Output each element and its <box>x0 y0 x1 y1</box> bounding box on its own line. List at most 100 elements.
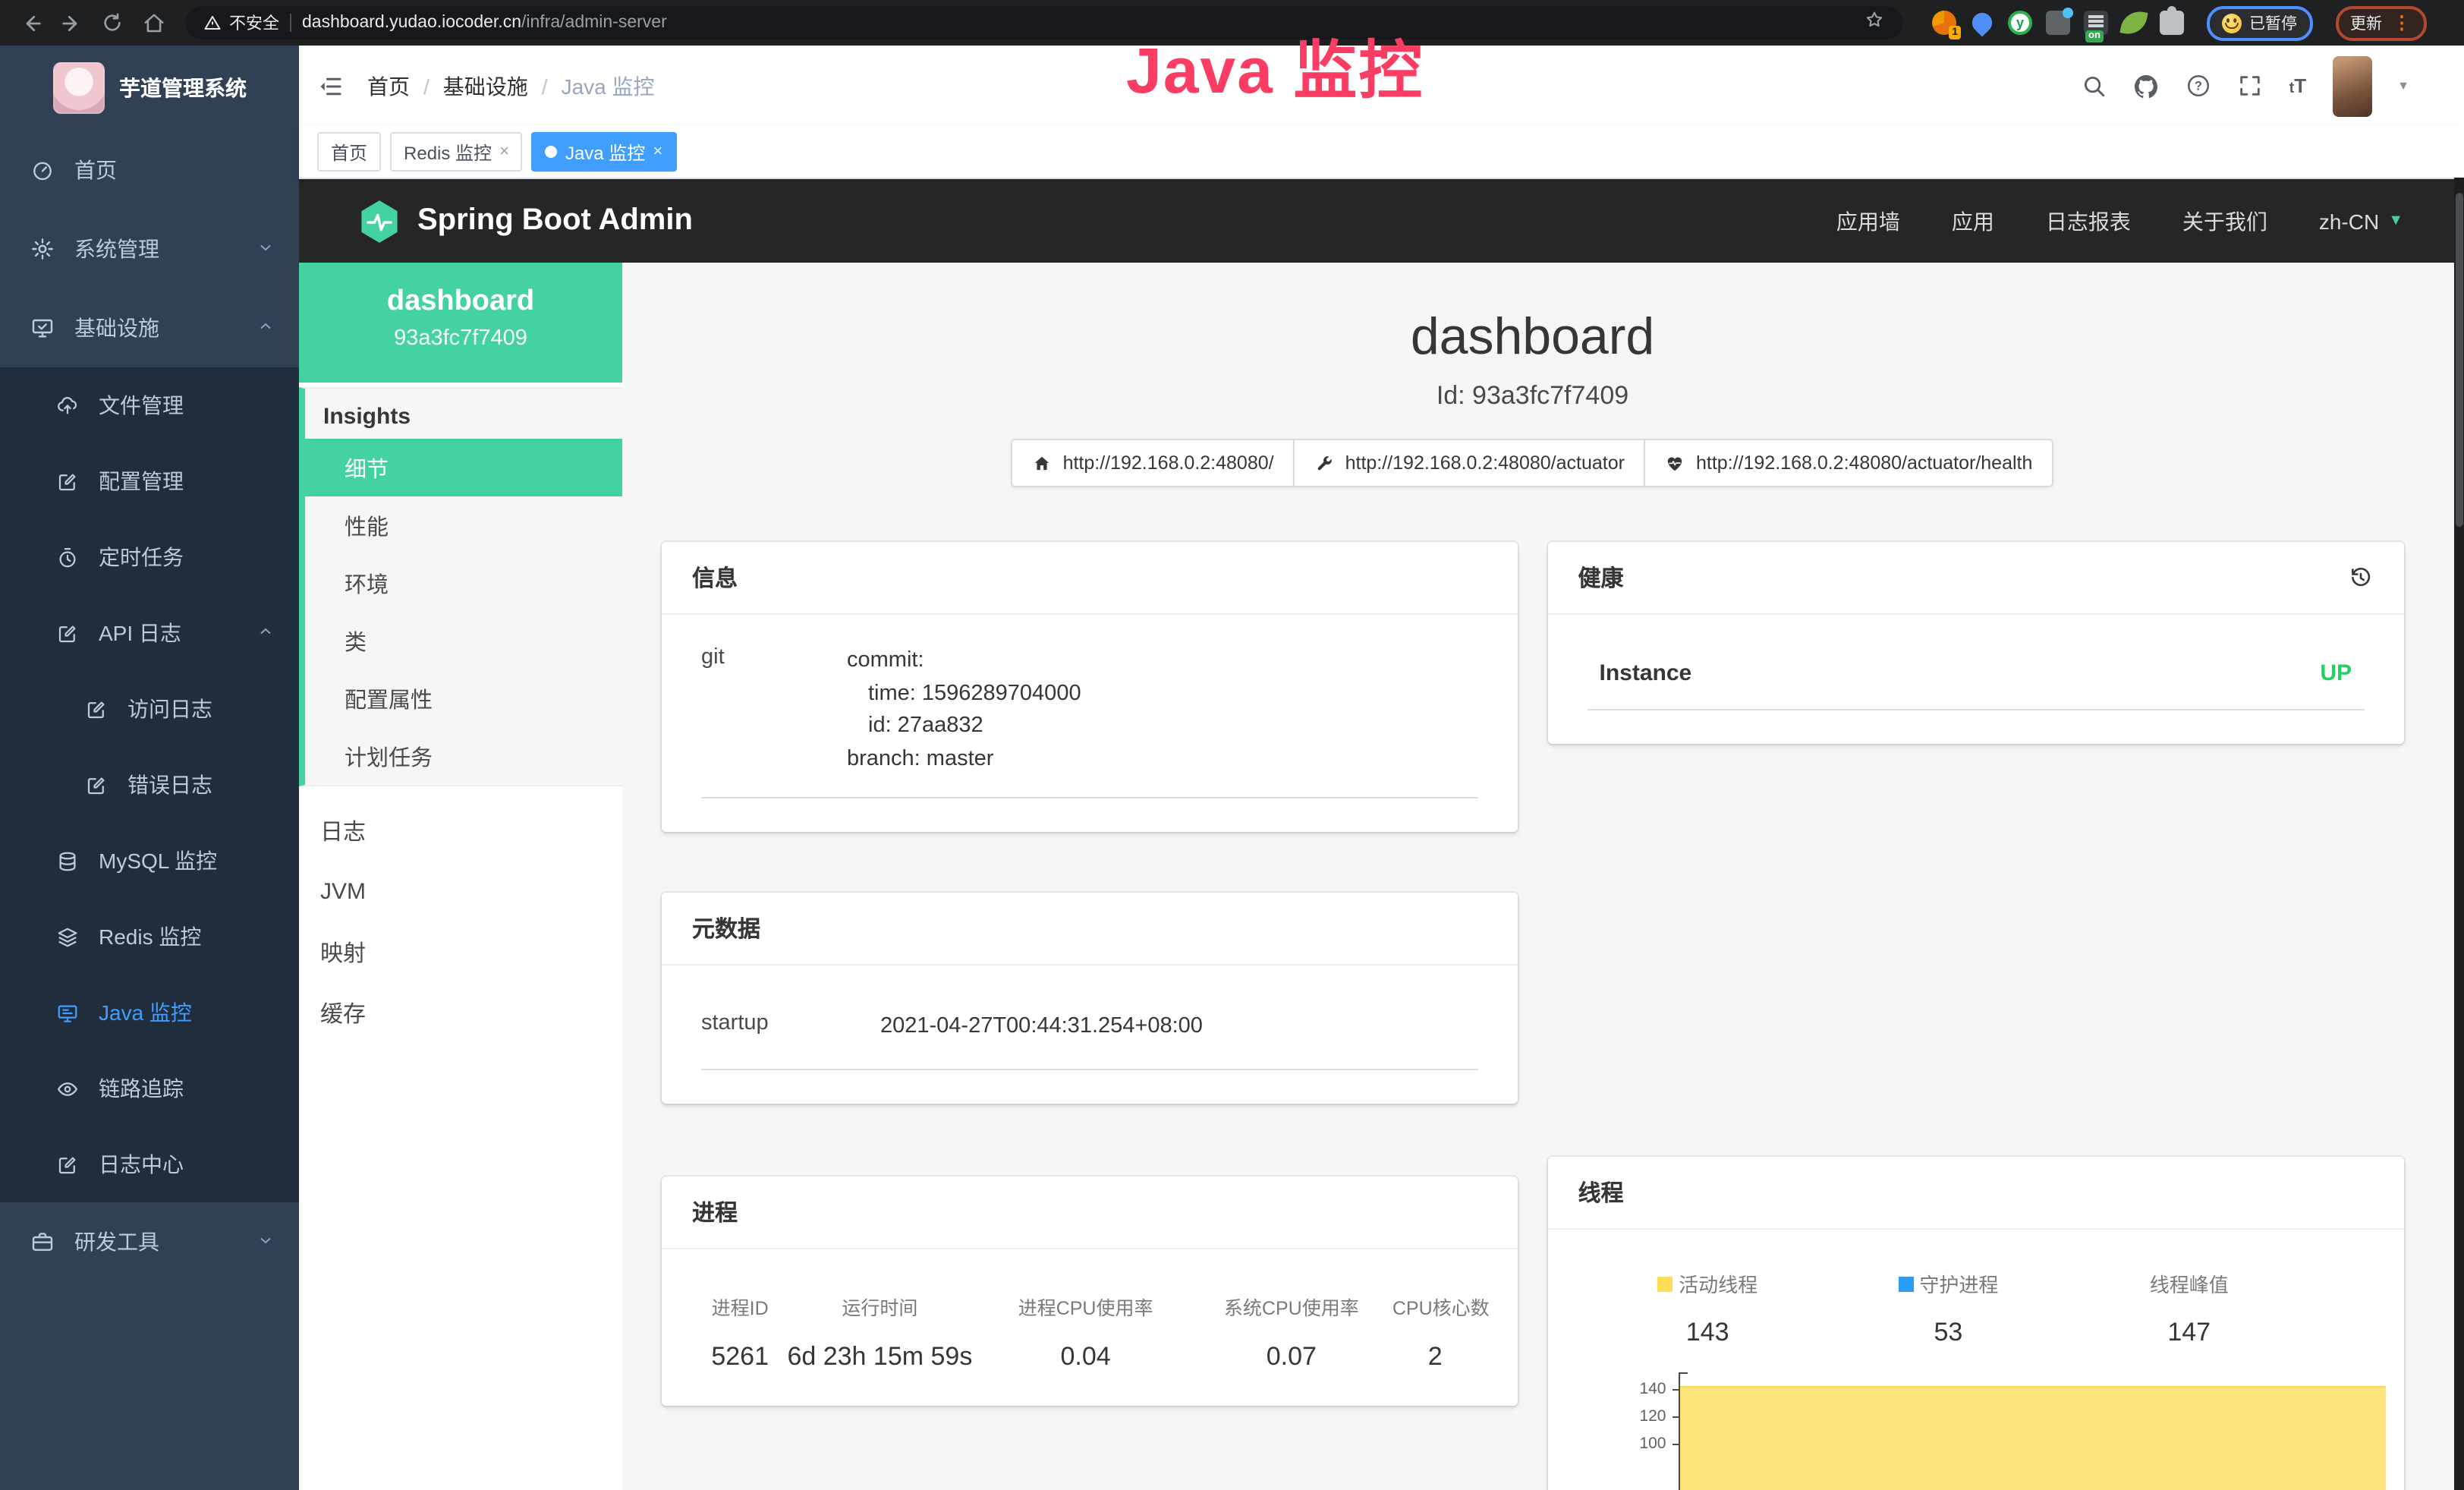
service-url-button[interactable]: http://192.168.0.2:48080/ <box>1012 439 1295 487</box>
puzzle-extensions-icon[interactable] <box>2160 11 2184 35</box>
fullscreen-icon[interactable] <box>2238 73 2264 99</box>
doc-edit-icon <box>85 773 108 796</box>
language-select[interactable]: zh-CN ▼ <box>2319 209 2403 233</box>
sba-menu-mappings[interactable]: 映射 <box>299 921 622 982</box>
forward-icon[interactable] <box>56 8 87 38</box>
history-icon[interactable] <box>2347 565 2373 591</box>
main-sidebar: 芋道管理系统 首页 系统管理 基础设施 <box>0 46 299 1490</box>
warning-icon <box>203 14 222 32</box>
startup-row: startup 2021-04-27T00:44:31.254+08:00 <box>701 996 1478 1069</box>
sba-menu-caches[interactable]: 缓存 <box>299 982 622 1043</box>
legend-blue-icon <box>1898 1276 1913 1291</box>
user-caret-icon[interactable]: ▼ <box>2397 79 2409 93</box>
y-extension-icon[interactable]: y <box>2008 11 2032 35</box>
wrench-icon <box>1315 453 1335 473</box>
sidebar-item-access-log[interactable]: 访问日志 <box>0 671 299 747</box>
y-tick-label: 100 <box>1588 1436 1666 1451</box>
github-icon[interactable] <box>2133 72 2160 99</box>
close-icon[interactable]: × <box>499 143 509 161</box>
sidebar-item-infra[interactable]: 基础设施 <box>0 288 299 367</box>
logo-avatar <box>52 62 104 114</box>
sba-nav-wallboard[interactable]: 应用墙 <box>1836 206 1900 236</box>
leaf-extension-icon[interactable] <box>2119 8 2148 36</box>
sba-brand[interactable]: Spring Boot Admin <box>360 198 693 244</box>
breadcrumb: 首页 / 基础设施 / Java 监控 <box>367 71 655 101</box>
user-avatar[interactable] <box>2332 55 2371 116</box>
layers-icon <box>56 925 79 948</box>
scrollbar-thumb[interactable] <box>2455 193 2462 527</box>
emoji-face-icon <box>2222 13 2242 33</box>
infra-submenu: 文件管理 配置管理 定时任务 API 日志 <box>0 367 299 1202</box>
screen: 不安全 dashboard.yudao.iocoder.cn/infra/adm… <box>0 0 2464 1490</box>
help-icon[interactable]: ? <box>2186 73 2212 99</box>
close-icon[interactable]: × <box>653 143 662 161</box>
tab-home[interactable]: 首页 <box>317 132 381 172</box>
sidebar-item-file[interactable]: 文件管理 <box>0 367 299 443</box>
sba-app-header[interactable]: dashboard 93a3fc7f7409 <box>299 263 622 383</box>
hamburger-icon[interactable] <box>317 72 345 99</box>
sba-nav-applications[interactable]: 应用 <box>1952 206 1994 236</box>
sba-menu-environment[interactable]: 环境 <box>305 554 622 612</box>
sidebar-item-mysql[interactable]: MySQL 监控 <box>0 823 299 899</box>
sba-menu-logs[interactable]: 日志 <box>299 800 622 861</box>
search-icon[interactable] <box>2082 73 2107 99</box>
address-bar[interactable]: 不安全 dashboard.yudao.iocoder.cn/infra/adm… <box>185 6 1903 39</box>
breadcrumb-current: Java 监控 <box>562 71 655 101</box>
paused-profile-chip[interactable]: 已暂停 <box>2207 5 2312 40</box>
bookmark-star-icon[interactable] <box>1864 8 1885 37</box>
back-icon[interactable] <box>15 8 46 38</box>
sba-nav-journal[interactable]: 日志报表 <box>2046 206 2131 236</box>
list-extension-icon[interactable]: on <box>2084 11 2108 35</box>
breadcrumb-infra[interactable]: 基础设施 <box>443 71 528 101</box>
sba-menu-jvm[interactable]: JVM <box>299 861 622 921</box>
text-size-icon[interactable]: tT <box>2289 74 2307 97</box>
threads-card-title: 线程 <box>1548 1157 2404 1230</box>
sba-nav-about[interactable]: 关于我们 <box>2182 206 2267 236</box>
home-icon[interactable] <box>138 8 168 38</box>
svg-text:?: ? <box>2195 80 2203 93</box>
security-warning[interactable]: 不安全 <box>203 11 279 35</box>
instance-health-row[interactable]: Instance UP <box>1588 639 2365 710</box>
browser-menu-icon[interactable]: ⋮ <box>2393 15 2411 30</box>
update-label: 更新 <box>2350 11 2382 34</box>
chevron-down-icon: ▼ <box>2388 213 2403 229</box>
instance-header: dashboard Id: 93a3fc7f7409 http://192.16… <box>662 263 2403 487</box>
sidebar-item-trace[interactable]: 链路追踪 <box>0 1051 299 1126</box>
process-cpu-value: 0.04 <box>980 1341 1190 1372</box>
health-url-button[interactable]: http://192.168.0.2:48080/actuator/health <box>1644 439 2053 487</box>
tab-redis-monitor[interactable]: Redis 监控 × <box>390 132 523 172</box>
sidebar-item-job[interactable]: 定时任务 <box>0 519 299 595</box>
process-card-title: 进程 <box>662 1176 1518 1249</box>
pin-extension-icon[interactable] <box>1968 8 1996 36</box>
chevron-up-icon <box>256 621 275 645</box>
sidebar-item-home[interactable]: 首页 <box>0 131 299 209</box>
logo[interactable]: 芋道管理系统 <box>0 46 299 131</box>
sba-menu-scheduled-tasks[interactable]: 计划任务 <box>305 727 622 785</box>
page-scrollbar[interactable] <box>2453 178 2464 1490</box>
java-monitor-icon <box>56 1001 79 1024</box>
sidebar-item-system[interactable]: 系统管理 <box>0 209 299 288</box>
sidebar-item-config[interactable]: 配置管理 <box>0 443 299 519</box>
update-browser-button[interactable]: 更新 ⋮ <box>2335 5 2426 40</box>
breadcrumb-home[interactable]: 首页 <box>367 71 410 101</box>
grid-extension-icon[interactable] <box>2046 11 2070 35</box>
sba-menu-classes[interactable]: 类 <box>305 612 622 669</box>
sba-menu-config-props[interactable]: 配置属性 <box>305 669 622 727</box>
sidebar-item-error-log[interactable]: 错误日志 <box>0 747 299 823</box>
sidebar-item-api-log[interactable]: API 日志 <box>0 595 299 671</box>
threads-chart: 140 120 100 <box>1588 1369 2389 1490</box>
process-id-value: 5261 <box>701 1341 779 1372</box>
reload-icon[interactable] <box>97 8 127 38</box>
sba-menu-metrics[interactable]: 性能 <box>305 496 622 554</box>
tags-view-bar: 首页 Redis 监控 × Java 监控 × <box>299 126 2464 179</box>
sidebar-item-log-center[interactable]: 日志中心 <box>0 1126 299 1202</box>
sidebar-item-dev-tools[interactable]: 研发工具 <box>0 1202 299 1281</box>
daemon-threads-stat: 守护进程 53 <box>1828 1269 2069 1348</box>
sidebar-item-java-monitor[interactable]: Java 监控 <box>0 975 299 1051</box>
sba-menu-details[interactable]: 细节 <box>299 439 622 496</box>
extension-icon[interactable]: 1 <box>1932 11 1956 35</box>
cpu-cores-value: 2 <box>1392 1341 1478 1372</box>
actuator-url-button[interactable]: http://192.168.0.2:48080/actuator <box>1294 439 1646 487</box>
tab-java-monitor[interactable]: Java 监控 × <box>532 132 676 172</box>
sidebar-item-redis[interactable]: Redis 监控 <box>0 899 299 975</box>
